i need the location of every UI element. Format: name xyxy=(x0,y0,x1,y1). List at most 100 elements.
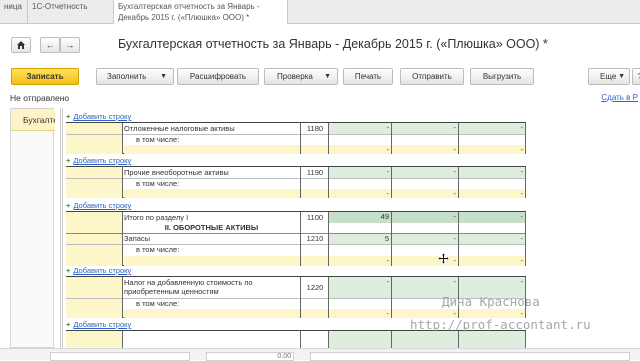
plus-icon: + xyxy=(66,266,71,275)
row-name: Итого по разделу I xyxy=(124,213,189,222)
dropdown-arrow-icon: ▼ xyxy=(618,73,625,80)
value-cell[interactable]: - xyxy=(459,167,525,178)
check-label: Проверка xyxy=(277,72,313,81)
decode-button[interactable]: Расшифровать xyxy=(177,68,259,85)
sub-row-fill xyxy=(124,145,328,154)
move-cursor-icon xyxy=(438,253,449,264)
sub-value-cell[interactable]: - xyxy=(459,189,525,198)
tab-balance-report[interactable]: Бухгалтерская отчетность за Январь - Дек… xyxy=(114,0,288,25)
more-label: Еще xyxy=(600,72,617,81)
sub-value-cell[interactable]: - xyxy=(459,256,525,266)
submit-link[interactable]: Сдать в Р xyxy=(601,93,638,102)
bottom-bar: 0.00 xyxy=(0,348,640,361)
fill-button[interactable]: Заполнить ▼ xyxy=(96,68,174,85)
panel-divider xyxy=(62,108,63,348)
value-cell[interactable]: 5 xyxy=(329,234,391,244)
value-cell: - xyxy=(392,212,458,223)
plus-icon: + xyxy=(66,112,71,121)
add-row-label: Добавить строку xyxy=(73,112,132,121)
help-button[interactable]: ? xyxy=(632,68,640,85)
sub-value-cell[interactable]: - xyxy=(459,145,525,154)
table-row: Отложенные налоговые активы 1180 - - - в… xyxy=(66,122,526,154)
value-cell[interactable]: - xyxy=(329,277,391,298)
col-divider xyxy=(328,167,329,198)
status-row: Не отправлено Сдать в Р xyxy=(0,91,640,105)
col-divider xyxy=(391,123,392,154)
print-button[interactable]: Печать xyxy=(343,68,393,85)
add-row-link[interactable]: + Добавить строку xyxy=(66,201,131,211)
tab-1c-reporting[interactable]: 1С-Отчетность xyxy=(28,0,114,24)
sub-value-cell[interactable]: - xyxy=(329,189,391,198)
add-row-label: Добавить строку xyxy=(73,320,132,329)
row-divider xyxy=(66,134,526,135)
row-code: 1220 xyxy=(306,283,324,292)
row-sub-label: в том числе: xyxy=(136,299,180,308)
panel-divider xyxy=(60,108,61,348)
more-button[interactable]: Еще ▼ xyxy=(588,68,630,85)
row-name: Налог на добавленную стоимость по приобр… xyxy=(124,278,253,296)
table-row: Итого по разделу I 1100 49 - - II. ОБОРО… xyxy=(66,211,526,266)
col-divider xyxy=(122,331,123,348)
sub-value-cell[interactable]: - xyxy=(392,189,458,198)
value-cell[interactable]: - xyxy=(329,167,391,178)
row-code: 1100 xyxy=(306,213,324,222)
row-code: 1180 xyxy=(306,124,324,133)
section-tab-balance[interactable]: Бухгалтерский баланс xyxy=(11,109,55,131)
sub-value-cell[interactable]: - xyxy=(329,145,391,154)
add-row-link[interactable]: + Добавить строку xyxy=(66,156,131,166)
add-row-label: Добавить строку xyxy=(73,156,132,165)
sub-value-cell[interactable]: - xyxy=(329,256,391,266)
col-divider xyxy=(122,212,123,266)
add-row-link[interactable]: + Добавить строку xyxy=(66,266,131,276)
check-button[interactable]: Проверка ▼ xyxy=(264,68,338,85)
col-divider xyxy=(300,331,301,348)
sub-row-fill xyxy=(124,309,328,318)
sub-value-cell[interactable]: - xyxy=(329,309,391,318)
plus-icon: + xyxy=(66,201,71,210)
col-divider xyxy=(525,123,526,154)
row-marker-cell xyxy=(66,167,122,198)
col-divider xyxy=(525,167,526,198)
col-divider xyxy=(122,123,123,154)
col-divider xyxy=(300,167,301,198)
value-cell[interactable]: - xyxy=(459,234,525,244)
value-cell: 49 xyxy=(329,212,391,223)
save-button[interactable]: Записать xyxy=(11,68,79,85)
send-button[interactable]: Отправить xyxy=(400,68,464,85)
dropdown-arrow-icon: ▼ xyxy=(160,73,167,80)
col-divider xyxy=(458,212,459,266)
tab-home[interactable]: ница xyxy=(0,0,28,24)
value-cell[interactable]: - xyxy=(459,123,525,134)
forward-button[interactable]: → xyxy=(60,37,80,53)
page-title: Бухгалтерская отчетность за Январь - Дек… xyxy=(118,37,548,51)
value-cell[interactable]: - xyxy=(392,123,458,134)
dropdown-arrow-icon: ▼ xyxy=(324,73,331,80)
row-divider xyxy=(66,178,526,179)
value-cell[interactable]: - xyxy=(329,123,391,134)
table-row: Прочие внеоборотные активы 1190 - - - в … xyxy=(66,166,526,198)
add-row-link[interactable]: + Добавить строку xyxy=(66,112,131,122)
col-divider xyxy=(328,123,329,154)
value-cell[interactable]: - xyxy=(392,167,458,178)
add-row-link[interactable]: + Добавить строку xyxy=(66,320,131,330)
col-divider xyxy=(300,123,301,154)
home-button[interactable] xyxy=(11,37,31,53)
plus-icon: + xyxy=(66,156,71,165)
value-cell[interactable]: - xyxy=(392,234,458,244)
sub-value-cell[interactable]: - xyxy=(392,145,458,154)
row-sub-label: в том числе: xyxy=(136,179,180,188)
watermark-author: Дина Краснова xyxy=(442,294,540,309)
upload-button[interactable]: Выгрузить xyxy=(470,68,534,85)
sub-row-fill xyxy=(124,189,328,198)
row-name: Запасы xyxy=(124,234,151,243)
fill-label: Заполнить xyxy=(107,72,147,81)
col-divider xyxy=(391,167,392,198)
row-name: Прочие внеоборотные активы xyxy=(124,168,229,177)
title-bar: ← → Бухгалтерская отчетность за Январь -… xyxy=(0,28,640,60)
value-cell[interactable] xyxy=(329,331,391,348)
back-button[interactable]: ← xyxy=(40,37,60,53)
plus-icon: + xyxy=(66,320,71,329)
value-cell: - xyxy=(459,212,525,223)
col-divider xyxy=(300,277,301,318)
arrow-right-icon: → xyxy=(65,40,75,50)
